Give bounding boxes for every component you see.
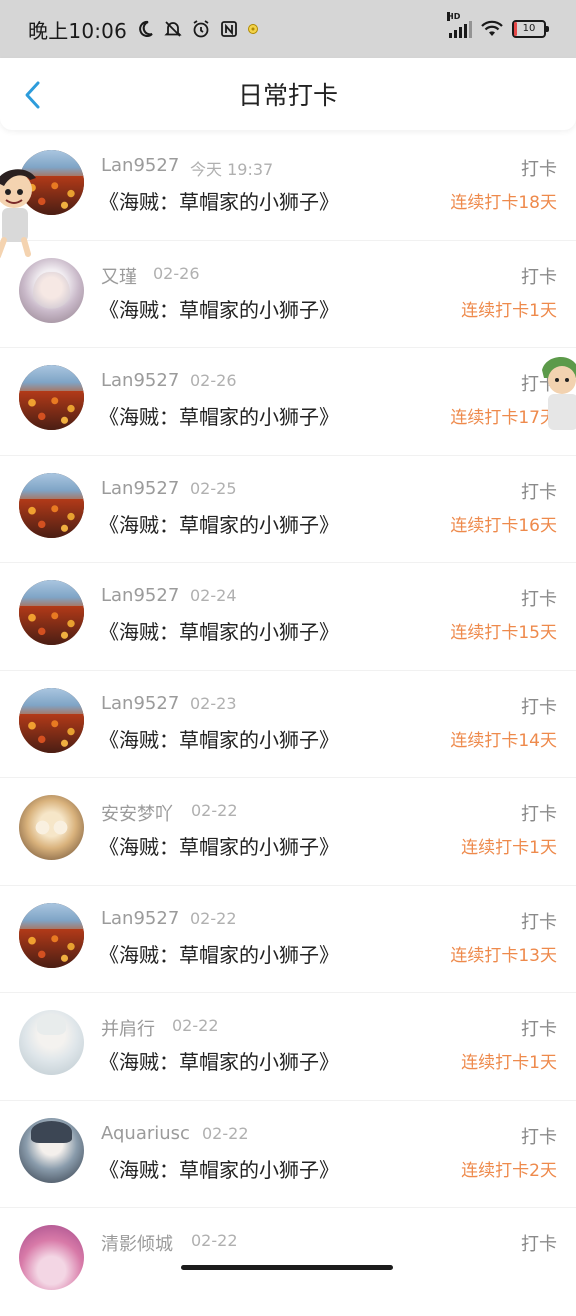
streak-badge: 连续打卡2天 <box>461 1160 557 1181</box>
checkin-label: 打卡 <box>521 159 557 180</box>
list-item[interactable]: 又瑾 02-26 《海贼：草帽家的小狮子》 打卡 连续打卡1天 <box>0 241 576 348</box>
checkin-time: 02-22 <box>202 1123 249 1143</box>
checkin-label: 打卡 <box>521 1126 557 1148</box>
book-title[interactable]: 《海贼：草帽家的小狮子》 <box>99 509 339 538</box>
checkin-label: 打卡 <box>521 589 557 610</box>
avatar[interactable] <box>19 795 84 860</box>
book-title[interactable]: 《海贼：草帽家的小狮子》 <box>99 401 339 430</box>
avatar[interactable] <box>19 1117 84 1183</box>
notification-icon <box>248 24 259 34</box>
avatar[interactable] <box>19 902 84 968</box>
checkin-time: 02-25 <box>190 478 237 498</box>
avatar[interactable] <box>19 687 84 753</box>
checkin-label: 打卡 <box>521 266 557 288</box>
checkin-time: 02-22 <box>172 1016 219 1035</box>
checkin-time: 02-26 <box>190 371 237 390</box>
username[interactable]: 又瑾 <box>101 263 137 289</box>
book-title[interactable]: 《海贼：草帽家的小狮子》 <box>99 1154 339 1183</box>
list-item[interactable]: 并肩行 02-22 《海贼：草帽家的小狮子》 打卡 连续打卡1天 <box>0 993 576 1101</box>
checkin-time: 02-22 <box>191 801 238 820</box>
book-title[interactable]: 《海贼：草帽家的小狮子》 <box>99 724 339 753</box>
list-item[interactable]: Aquariusc 02-22 《海贼：草帽家的小狮子》 打卡 连续打卡2天 <box>0 1101 576 1208</box>
book-title[interactable]: 《海贼：草帽家的小狮子》 <box>99 939 339 968</box>
checkin-label: 打卡 <box>521 1019 557 1040</box>
checkin-time: 02-24 <box>190 586 237 605</box>
avatar[interactable] <box>19 580 84 645</box>
checkin-time: 02-23 <box>190 693 237 713</box>
streak-badge: 连续打卡1天 <box>461 300 557 321</box>
avatar[interactable] <box>19 365 84 430</box>
username[interactable]: Aquariusc <box>101 1123 190 1144</box>
checkin-label: 打卡 <box>521 696 557 718</box>
avatar[interactable] <box>19 472 84 538</box>
username[interactable]: Lan9527 <box>101 585 179 606</box>
username[interactable]: Lan9527 <box>101 908 179 929</box>
back-button[interactable] <box>18 78 48 112</box>
avatar[interactable] <box>19 257 84 323</box>
checkin-label: 打卡 <box>521 481 557 503</box>
streak-badge: 连续打卡13天 <box>450 945 557 966</box>
avatar[interactable] <box>19 1225 84 1290</box>
book-title[interactable]: 《海贼：草帽家的小狮子》 <box>99 186 339 215</box>
username[interactable]: 清影倾城 <box>101 1230 173 1256</box>
wifi-icon <box>481 20 503 36</box>
checkin-label: 打卡 <box>521 804 557 825</box>
pirate-sticker-icon <box>0 169 36 259</box>
moon-icon <box>139 20 153 37</box>
home-indicator[interactable] <box>181 1265 393 1270</box>
checkin-label: 打卡 <box>521 1234 557 1255</box>
green-hair-sticker-icon <box>542 357 576 430</box>
list-item[interactable]: Lan9527 02-26 《海贼：草帽家的小狮子》 打卡 连续打卡17天 <box>0 348 576 456</box>
status-time: 晚上10:06 <box>28 18 128 43</box>
nav-header: 日常打卡 <box>0 58 576 130</box>
nfc-icon <box>221 21 237 37</box>
checkin-time: 今天 19:37 <box>190 160 274 179</box>
book-title[interactable]: 《海贼：草帽家的小狮子》 <box>99 616 339 645</box>
book-title[interactable]: 《海贼：草帽家的小狮子》 <box>99 1046 339 1075</box>
username[interactable]: 并肩行 <box>101 1015 155 1041</box>
alarm-icon <box>193 20 209 38</box>
username[interactable]: 安安梦吖 <box>101 800 173 826</box>
username[interactable]: Lan9527 <box>101 693 179 714</box>
status-bar: 晚上10:06 HD 10 <box>0 0 576 58</box>
list-item[interactable]: 安安梦吖 02-22 《海贼：草帽家的小狮子》 打卡 连续打卡1天 <box>0 778 576 886</box>
streak-badge: 连续打卡15天 <box>450 623 557 643</box>
checkin-time: 02-26 <box>153 263 200 283</box>
checkin-label: 打卡 <box>521 911 557 933</box>
streak-badge: 连续打卡16天 <box>450 515 557 536</box>
username[interactable]: Lan9527 <box>101 370 179 391</box>
checkin-time: 02-22 <box>191 1231 238 1250</box>
list-item[interactable]: Lan9527 02-24 《海贼：草帽家的小狮子》 打卡 连续打卡15天 <box>0 563 576 671</box>
page-title: 日常打卡 <box>237 81 338 110</box>
status-icons-left <box>135 19 259 39</box>
streak-badge: 连续打卡1天 <box>461 1053 557 1073</box>
list-item[interactable]: 清影倾城 02-22 打卡 <box>0 1208 576 1316</box>
avatar[interactable] <box>19 1010 84 1075</box>
list-item[interactable]: Lan9527 02-25 《海贼：草帽家的小狮子》 打卡 连续打卡16天 <box>0 456 576 563</box>
hd-label: HD <box>447 12 461 21</box>
username[interactable]: Lan9527 <box>101 478 179 499</box>
battery-level: 10 <box>522 23 536 34</box>
status-icons-right: HD 10 <box>447 12 549 38</box>
battery-icon: 10 <box>512 20 549 38</box>
signal-icon: HD <box>447 12 472 38</box>
streak-badge: 连续打卡18天 <box>450 193 557 213</box>
book-title[interactable]: 《海贼：草帽家的小狮子》 <box>99 831 339 860</box>
checkin-time: 02-22 <box>190 908 237 928</box>
list-item[interactable]: Lan9527 今天 19:37 《海贼：草帽家的小狮子》 打卡 连续打卡18天 <box>0 133 576 241</box>
chevron-left-icon <box>25 81 40 109</box>
streak-badge: 连续打卡14天 <box>450 730 557 751</box>
bell-off-icon <box>164 21 182 37</box>
streak-badge: 连续打卡1天 <box>461 838 557 858</box>
checkin-list: Lan9527 今天 19:37 《海贼：草帽家的小狮子》 打卡 连续打卡18天… <box>0 133 576 1316</box>
book-title[interactable]: 《海贼：草帽家的小狮子》 <box>99 294 339 323</box>
username[interactable]: Lan9527 <box>101 155 179 176</box>
list-item[interactable]: Lan9527 02-22 《海贼：草帽家的小狮子》 打卡 连续打卡13天 <box>0 886 576 993</box>
list-item[interactable]: Lan9527 02-23 《海贼：草帽家的小狮子》 打卡 连续打卡14天 <box>0 671 576 778</box>
